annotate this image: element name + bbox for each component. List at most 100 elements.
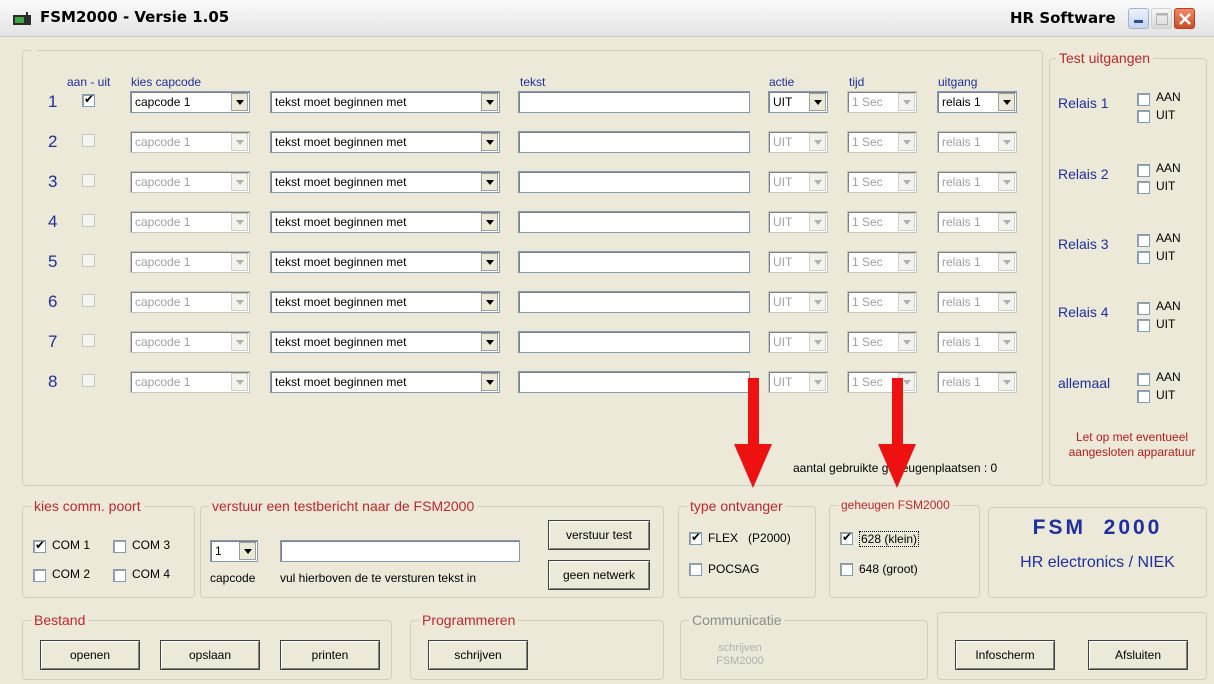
row-tijd-value: 1 Sec [852, 295, 883, 309]
row-text-input[interactable] [518, 131, 750, 153]
send-test-button[interactable]: verstuur test [548, 520, 650, 550]
row-capcode-select[interactable]: capcode 1 [130, 211, 250, 233]
row-tijd-select[interactable]: 1 Sec [847, 171, 917, 193]
row-enable-checkbox[interactable] [82, 374, 95, 387]
relais-aan-checkbox[interactable] [1137, 373, 1150, 386]
row-text-input[interactable] [518, 331, 750, 353]
flex-checkbox[interactable]: ✔ [689, 530, 702, 545]
row-uitgang-select[interactable]: relais 1 [937, 251, 1017, 273]
row-capcode-select[interactable]: capcode 1 [130, 171, 250, 193]
close-button[interactable] [1174, 8, 1195, 29]
row-tijd-select[interactable]: 1 Sec [847, 291, 917, 313]
row-tijd-select[interactable]: 1 Sec [847, 331, 917, 353]
save-button[interactable]: opslaan [160, 640, 260, 670]
row-capcode-select[interactable]: capcode 1 [130, 331, 250, 353]
row-uitgang-value: relais 1 [942, 95, 981, 109]
relais-aan-checkbox[interactable] [1137, 93, 1150, 106]
row-enable-checkbox[interactable] [82, 334, 95, 347]
relais-uit-checkbox[interactable] [1137, 390, 1150, 403]
minimize-button[interactable] [1128, 8, 1149, 29]
row-filter-select[interactable]: tekst moet beginnen met [270, 331, 500, 353]
row-tijd-select[interactable]: 1 Sec [847, 91, 917, 113]
open-button[interactable]: openen [40, 640, 140, 670]
row-tijd-select[interactable]: 1 Sec [847, 131, 917, 153]
row-text-input[interactable] [518, 91, 750, 113]
row-capcode-value: capcode 1 [135, 295, 191, 309]
row-text-input[interactable] [518, 251, 750, 273]
com1-checkbox[interactable]: ✔ [33, 538, 46, 553]
com3-checkbox[interactable] [113, 540, 126, 553]
row-filter-select[interactable]: tekst moet beginnen met [270, 131, 500, 153]
write-button[interactable]: schrijven [428, 640, 528, 670]
relais-uit-checkbox[interactable] [1137, 110, 1150, 123]
row-actie-select[interactable]: UIT [768, 251, 828, 273]
relais-uit-label: UIT [1156, 249, 1176, 263]
row-filter-select[interactable]: tekst moet beginnen met [270, 171, 500, 193]
row-uitgang-select[interactable]: relais 1 [937, 91, 1017, 113]
row-actie-select[interactable]: UIT [768, 171, 828, 193]
maximize-icon [1156, 13, 1168, 25]
row-uitgang-select[interactable]: relais 1 [937, 371, 1017, 393]
row-capcode-select[interactable]: capcode 1 [130, 251, 250, 273]
test-uitgangen-title: Test uitgangen [1059, 50, 1151, 66]
row-text-input[interactable] [518, 171, 750, 193]
infoscherm-button[interactable]: Infoscherm [955, 640, 1055, 670]
row-enable-checkbox[interactable] [82, 214, 95, 227]
relais-uit-checkbox[interactable] [1137, 181, 1150, 194]
row-tijd-select[interactable]: 1 Sec [847, 211, 917, 233]
test-message-input[interactable] [280, 540, 520, 562]
com4-checkbox[interactable] [113, 569, 126, 582]
row-uitgang-select[interactable]: relais 1 [937, 291, 1017, 313]
relais-aan-label: AAN [1156, 90, 1181, 104]
row-capcode-select[interactable]: capcode 1 [130, 291, 250, 313]
row-actie-select[interactable]: UIT [768, 371, 828, 393]
row-capcode-value: capcode 1 [135, 215, 191, 229]
title-bar[interactable]: FSM2000 - Versie 1.05 HR Software [0, 0, 1214, 37]
row-enable-checkbox[interactable] [82, 294, 95, 307]
row-filter-select[interactable]: tekst moet beginnen met [270, 211, 500, 233]
relais-aan-checkbox[interactable] [1137, 234, 1150, 247]
row-actie-select[interactable]: UIT [768, 291, 828, 313]
relais-aan-checkbox[interactable] [1137, 302, 1150, 315]
row-filter-select[interactable]: tekst moet beginnen met [270, 291, 500, 313]
row-uitgang-select[interactable]: relais 1 [937, 171, 1017, 193]
row-capcode-select[interactable]: capcode 1 [130, 371, 250, 393]
row-uitgang-select[interactable]: relais 1 [937, 331, 1017, 353]
row-filter-select[interactable]: tekst moet beginnen met [270, 371, 500, 393]
print-button[interactable]: printen [280, 640, 380, 670]
afsluiten-button[interactable]: Afsluiten [1088, 640, 1188, 670]
row-text-input[interactable] [518, 211, 750, 233]
maximize-button[interactable] [1151, 8, 1172, 29]
row-tijd-select[interactable]: 1 Sec [847, 251, 917, 273]
row-uitgang-select[interactable]: relais 1 [937, 211, 1017, 233]
pocsag-checkbox[interactable] [689, 563, 702, 576]
row-capcode-select[interactable]: capcode 1 [130, 131, 250, 153]
row-filter-select[interactable]: tekst moet beginnen met [270, 251, 500, 273]
chevron-down-icon [898, 213, 915, 231]
row-filter-select[interactable]: tekst moet beginnen met [270, 91, 500, 113]
flex-label: FLEX (P2000) [708, 531, 791, 545]
row-actie-select[interactable]: UIT [768, 131, 828, 153]
relais-aan-checkbox[interactable] [1137, 164, 1150, 177]
row-capcode-select[interactable]: capcode 1 [130, 91, 250, 113]
row-actie-select[interactable]: UIT [768, 331, 828, 353]
row-enable-checkbox[interactable]: ✔ [82, 92, 95, 107]
row-uitgang-value: relais 1 [942, 295, 981, 309]
row-actie-select[interactable]: UIT [768, 211, 828, 233]
row-text-input[interactable] [518, 291, 750, 313]
no-network-button[interactable]: geen netwerk [548, 560, 650, 590]
test-capcode-select[interactable]: 1 [210, 540, 258, 562]
memory-648-checkbox[interactable] [840, 563, 853, 576]
row-uitgang-select[interactable]: relais 1 [937, 131, 1017, 153]
row-enable-checkbox[interactable] [82, 134, 95, 147]
relais-uit-checkbox[interactable] [1137, 319, 1150, 332]
row-enable-checkbox[interactable] [82, 174, 95, 187]
relais-aan-label: AAN [1156, 370, 1181, 384]
row-actie-select[interactable]: UIT [768, 91, 828, 113]
row-text-input[interactable] [518, 371, 750, 393]
memory-628-checkbox[interactable]: ✔ [840, 530, 853, 545]
row-enable-checkbox[interactable] [82, 254, 95, 267]
relais-uit-checkbox[interactable] [1137, 251, 1150, 264]
relais-label: Relais 2 [1058, 166, 1109, 182]
com2-checkbox[interactable] [33, 569, 46, 582]
